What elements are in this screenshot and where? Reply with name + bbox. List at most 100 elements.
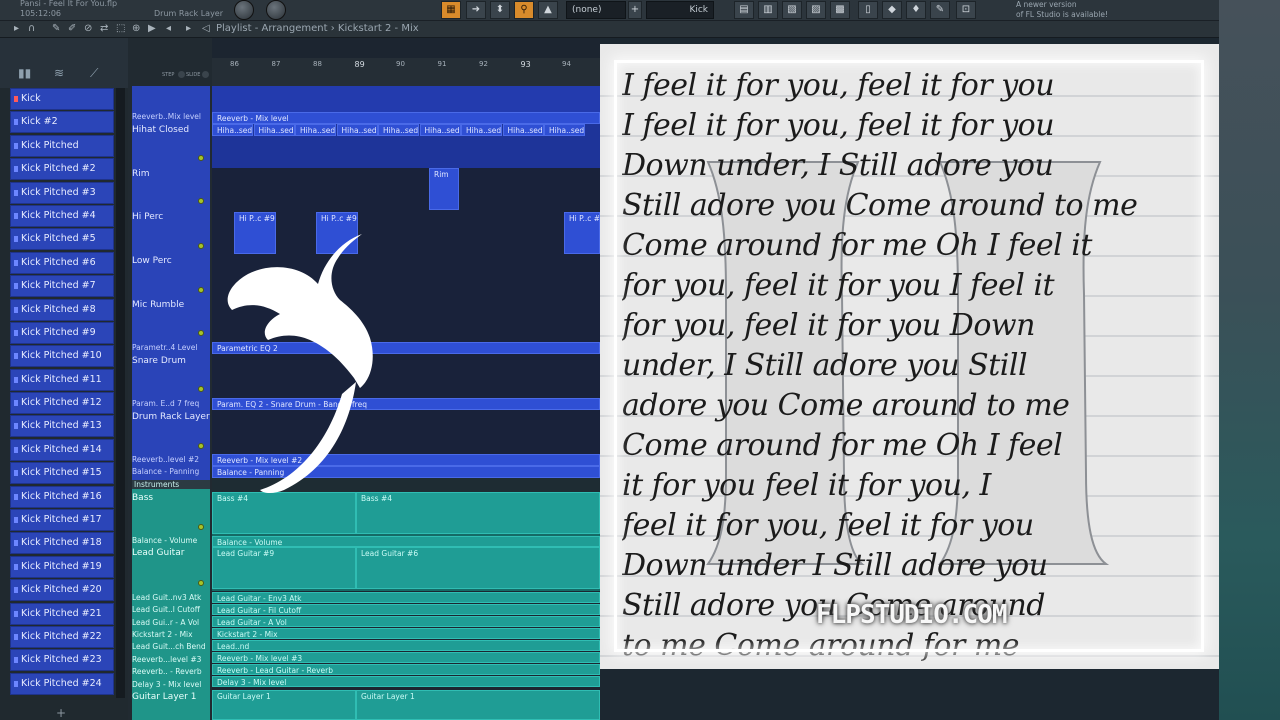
clip-balance-volume[interactable]: Balance - Volume <box>212 536 600 547</box>
clip-reverb-level3[interactable]: Reeverb - Mix level #3 <box>212 652 600 663</box>
channel-row[interactable]: Kick Pitched #17 <box>10 509 114 532</box>
clip-lead-avol[interactable]: Lead Guitar - A Vol <box>212 616 600 627</box>
clip-hihat[interactable]: Hiha..sed <box>295 124 336 136</box>
clip-bass-1[interactable]: Bass #4 <box>212 492 356 534</box>
channel-row[interactable]: Kick Pitched #18 <box>10 532 114 555</box>
channel-row[interactable]: Kick Pitched #12 <box>10 392 114 415</box>
channel-row[interactable]: Kick #2 <box>10 111 114 134</box>
zoom-icon[interactable]: ⊕ <box>132 23 140 35</box>
channel-row[interactable]: Kick Pitched #14 <box>10 438 114 461</box>
track-bass-mute-dot[interactable] <box>198 524 204 530</box>
mute-icon[interactable]: ⊘ <box>84 23 92 35</box>
clip-hi-perc-3[interactable]: Hi P..c #9 <box>564 212 600 254</box>
channel-row[interactable]: Kick Pitched #20 <box>10 579 114 602</box>
track-hi-perc[interactable]: Hi Perc <box>132 212 210 222</box>
plugin-icon[interactable]: ◆ <box>882 1 902 19</box>
track-low-perc-mute-dot[interactable] <box>198 287 204 293</box>
clip-hihat[interactable]: Hiha..sed <box>253 124 295 136</box>
track-kick-mix[interactable]: Kickstart 2 - Mix <box>132 630 210 639</box>
clip-hihat[interactable]: Hiha..sed <box>336 124 378 136</box>
mic-icon[interactable]: ♦ <box>906 1 926 19</box>
pattern-selector[interactable]: (none) <box>566 1 626 19</box>
track-lead-guitar[interactable]: Lead Guitar <box>132 548 210 558</box>
pattern-song-toggle-button[interactable]: ▦ <box>441 1 461 19</box>
track-delay-mix[interactable]: Delay 3 - Mix level <box>132 680 210 689</box>
magnet-icon[interactable]: ∩ <box>28 23 35 35</box>
track-bass[interactable]: Bass <box>132 493 210 503</box>
channel-row[interactable]: Kick Pitched #16 <box>10 485 114 508</box>
speaker-icon[interactable]: ◁ <box>202 23 210 35</box>
clip-guitar-layer-2[interactable]: Guitar Layer 1 <box>356 690 600 720</box>
paint-brush-icon[interactable]: ✐ <box>68 23 76 35</box>
track-balance-panning[interactable]: Balance - Panning <box>132 467 210 476</box>
track-param4-level[interactable]: Parametr..4 Level <box>132 343 210 352</box>
timeline-ruler[interactable] <box>212 58 600 86</box>
track-mic-rumble[interactable]: Mic Rumble <box>132 300 210 310</box>
channel-row[interactable]: Kick Pitched #24 <box>10 672 114 695</box>
track-snare-drum[interactable]: Snare Drum <box>132 356 210 366</box>
clip-hihat[interactable]: Hiha..sed <box>544 124 585 136</box>
track-reverb-level3[interactable]: Reeverb...level #3 <box>132 655 210 664</box>
clip-hihat[interactable]: Hiha..sed <box>419 124 461 136</box>
metronome-icon[interactable]: ▲ <box>538 1 558 19</box>
master-volume-knob[interactable] <box>234 0 254 20</box>
track-hi-perc-mute-dot[interactable] <box>198 243 204 249</box>
arrow-right-small-icon[interactable]: ▸ <box>186 23 191 35</box>
track-lead-env[interactable]: Lead Guit..nv3 Atk <box>132 593 210 602</box>
channel-row[interactable]: Kick Pitched #10 <box>10 345 114 368</box>
clip-bass-2[interactable]: Bass #4 <box>356 492 600 534</box>
automation-icon[interactable]: ⟋ <box>90 66 98 81</box>
track-reverb-reverb[interactable]: Reeverb.. - Reverb <box>132 667 210 676</box>
track-hihat-closed[interactable]: Hihat Closed <box>132 125 210 135</box>
clip-lead-cutoff[interactable]: Lead Guitar - Fil Cutoff <box>212 604 600 615</box>
clip-hihat[interactable]: Hiha..sed <box>378 124 419 136</box>
channel-rack-icon[interactable]: ▧ <box>782 1 802 19</box>
update-notification[interactable]: A newer version of FL Studio is availabl… <box>1016 0 1108 20</box>
clip-hihat[interactable]: Hiha..sed <box>502 124 544 136</box>
snap-magnet-icon[interactable]: ⚲ <box>514 1 534 19</box>
channel-rack-scrollbar[interactable] <box>116 88 125 698</box>
clip-guitar-layer-1[interactable]: Guitar Layer 1 <box>212 690 356 720</box>
track-snare-mute-dot[interactable] <box>198 386 204 392</box>
channel-row[interactable]: Kick Pitched #8 <box>10 298 114 321</box>
clip-hihat[interactable]: Hiha..sed <box>212 124 253 136</box>
channel-row[interactable]: Kick Pitched <box>10 134 114 157</box>
step-toggle[interactable] <box>178 71 185 78</box>
track-lead-bend[interactable]: Lead Guit...ch Bend <box>132 642 210 651</box>
channel-row[interactable]: Kick Pitched #19 <box>10 555 114 578</box>
channel-row[interactable]: Kick Pitched #3 <box>10 181 114 204</box>
arrow-down-icon[interactable]: ⬍ <box>490 1 510 19</box>
instruments-group-header[interactable]: Instruments <box>132 480 210 489</box>
channel-row[interactable]: Kick Pitched #9 <box>10 321 114 344</box>
track-lead-avol[interactable]: Lead Gui..r - A Vol <box>132 618 210 627</box>
track-drum-rack-mute-dot[interactable] <box>198 443 204 449</box>
clip-rim[interactable]: Rim <box>429 168 459 210</box>
master-pitch-knob[interactable] <box>266 0 286 20</box>
channel-row[interactable]: Kick Pitched #23 <box>10 649 114 672</box>
slide-toggle[interactable] <box>202 71 209 78</box>
track-rim-mute-dot[interactable] <box>198 198 204 204</box>
channel-row[interactable]: Kick Pitched #5 <box>10 228 114 251</box>
channel-row[interactable]: Kick Pitched #7 <box>10 275 114 298</box>
file-icon[interactable]: ▯ <box>858 1 878 19</box>
clip-reverb-reverb[interactable]: Reeverb - Lead Guitar - Reverb <box>212 664 600 675</box>
pencil-icon[interactable]: ✎ <box>52 23 60 35</box>
track-low-perc[interactable]: Low Perc <box>132 256 210 266</box>
channel-row[interactable]: Kick Pitched #11 <box>10 368 114 391</box>
preset-display[interactable]: Kick <box>646 1 714 19</box>
cart-icon[interactable]: ⊡ <box>956 1 976 19</box>
clip-lead-env[interactable]: Lead Guitar - Env3 Atk <box>212 592 600 603</box>
clip-lead-1[interactable]: Lead Guitar #9 <box>212 547 356 589</box>
piano-icon[interactable]: ▮▮ <box>18 66 31 80</box>
playlist-icon[interactable]: ▨ <box>806 1 826 19</box>
pattern-add-button[interactable]: + <box>628 1 642 19</box>
channel-row[interactable]: Kick <box>10 88 114 110</box>
browser-icon[interactable]: ▩ <box>830 1 850 19</box>
add-channel-button[interactable]: + <box>56 706 66 720</box>
playback-icon[interactable]: ▶ <box>148 23 156 35</box>
piano-roll-icon[interactable]: ▥ <box>758 1 778 19</box>
play-triangle-icon[interactable]: ▸ <box>14 23 19 35</box>
track-balance-volume[interactable]: Balance - Volume <box>132 536 210 545</box>
clip-lead-2[interactable]: Lead Guitar #6 <box>356 547 600 589</box>
clip-reverb-mix[interactable]: Reeverb - Mix level <box>212 112 600 124</box>
